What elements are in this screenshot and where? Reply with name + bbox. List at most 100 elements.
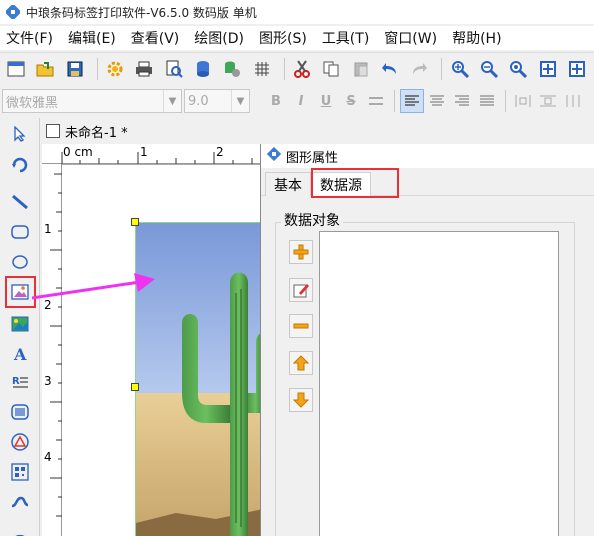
minus-icon	[293, 323, 309, 329]
copy-icon[interactable]	[319, 56, 343, 82]
document-icon	[46, 124, 60, 138]
dialog-title-bar: 图形属性	[261, 144, 594, 168]
svg-text:R: R	[12, 376, 20, 387]
zoom-out-icon[interactable]	[477, 56, 501, 82]
arrow-up-icon	[293, 355, 309, 371]
arrow-down-icon	[293, 392, 309, 408]
document-tab[interactable]: 未命名-1 *	[42, 120, 262, 142]
datasource-tab-highlight	[311, 168, 399, 198]
pointer-arrow-icon	[31, 273, 155, 300]
ruler-tick-label: 4	[44, 450, 52, 464]
chevron-down-icon: ▼	[231, 90, 249, 112]
text-tool-icon[interactable]: A	[8, 342, 32, 366]
delete-data-object-button[interactable]	[289, 314, 313, 338]
title-bar: 中琅条码标签打印软件-V6.5.0 数码版 单机	[0, 0, 594, 24]
rotate-icon[interactable]	[8, 152, 32, 176]
settings-gear-icon[interactable]	[103, 56, 127, 82]
window-title: 中琅条码标签打印软件-V6.5.0 数码版 单机	[26, 5, 257, 20]
dialog-app-icon	[266, 146, 282, 165]
fit-page-icon[interactable]	[535, 56, 559, 82]
new-document-icon[interactable]	[4, 56, 28, 82]
font-name-select[interactable]: 微软雅黑 ▼	[2, 89, 182, 113]
paste-icon[interactable]	[348, 56, 372, 82]
font-size-select[interactable]: 9.0 ▼	[184, 89, 250, 113]
menu-tools[interactable]: 工具(T)	[322, 28, 369, 48]
database-settings-icon[interactable]	[220, 56, 244, 82]
app-logo-icon	[4, 3, 22, 21]
menu-view[interactable]: 查看(V)	[131, 28, 180, 48]
drawing-tools-panel: A R	[0, 118, 40, 536]
distribute-vertical-icon[interactable]	[536, 89, 560, 113]
horizontal-ruler: 0 cm 1 2	[42, 144, 262, 164]
tab-basic[interactable]: 基本	[265, 172, 311, 196]
toolbar-separator	[283, 57, 285, 80]
vertical-ruler: 1 2 3 4	[42, 164, 62, 536]
zoom-in-icon[interactable]	[447, 56, 471, 82]
spacing-icon[interactable]	[364, 89, 388, 113]
strikethrough-icon[interactable]: S	[339, 89, 363, 113]
document-tab-label: 未命名-1 *	[65, 125, 128, 141]
align-right-icon[interactable]	[450, 89, 474, 113]
align-justify-icon[interactable]	[475, 89, 499, 113]
select-pointer-icon[interactable]	[8, 122, 32, 146]
toolbar-separator	[505, 90, 506, 112]
qrcode-tool-icon[interactable]	[8, 460, 32, 484]
align-center-icon[interactable]	[425, 89, 449, 113]
italic-icon[interactable]: I	[289, 89, 313, 113]
selection-handle[interactable]	[131, 383, 139, 391]
cut-icon[interactable]	[290, 56, 314, 82]
rich-text-tool-icon[interactable]: R	[8, 370, 32, 394]
toolbar-separator	[96, 57, 98, 80]
selection-handle[interactable]	[131, 218, 139, 226]
data-objects-label: 数据对象	[281, 210, 343, 230]
main-toolbar	[0, 52, 594, 84]
plus-icon	[293, 244, 309, 260]
menu-draw[interactable]: 绘图(D)	[194, 28, 244, 48]
fit-width-icon[interactable]	[565, 56, 589, 82]
menu-bar: 文件(F) 编辑(E) 查看(V) 绘图(D) 图形(S) 工具(T) 窗口(W…	[0, 26, 594, 50]
menu-file[interactable]: 文件(F)	[6, 28, 53, 48]
menu-window[interactable]: 窗口(W)	[384, 28, 437, 48]
underline-icon[interactable]: U	[314, 89, 338, 113]
font-name-value: 微软雅黑	[6, 95, 59, 111]
line-tool-icon[interactable]	[8, 190, 32, 214]
database-icon[interactable]	[191, 56, 215, 82]
edit-data-object-button[interactable]	[289, 278, 313, 302]
redo-icon[interactable]	[407, 56, 431, 82]
add-data-object-button[interactable]	[289, 240, 313, 264]
grid-icon[interactable]	[250, 56, 274, 82]
bold-icon[interactable]: B	[264, 89, 288, 113]
move-up-button[interactable]	[289, 351, 313, 375]
ruler-unit-label: 0 cm	[63, 145, 93, 159]
chevron-down-icon: ▼	[163, 90, 181, 112]
align-grid-icon[interactable]	[561, 89, 585, 113]
format-toolbar: 微软雅黑 ▼ 9.0 ▼ B I U S	[0, 85, 594, 117]
triangle-tool-icon[interactable]	[8, 430, 32, 454]
data-objects-list[interactable]	[319, 231, 559, 536]
menu-edit[interactable]: 编辑(E)	[68, 28, 116, 48]
print-preview-icon[interactable]	[162, 56, 186, 82]
arc-tool-icon[interactable]	[8, 520, 32, 536]
align-left-icon[interactable]	[400, 89, 424, 113]
picture-tool-icon[interactable]	[8, 312, 32, 336]
save-icon[interactable]	[63, 56, 87, 82]
ruler-tick-label: 2	[216, 145, 224, 159]
menu-help[interactable]: 帮助(H)	[452, 28, 501, 48]
barcode-tool-icon[interactable]	[8, 400, 32, 424]
ruler-tick-label: 1	[44, 222, 52, 236]
svg-text:A: A	[13, 345, 27, 363]
curve-tool-icon[interactable]	[8, 490, 32, 514]
menu-shape[interactable]: 图形(S)	[259, 28, 307, 48]
zoom-actual-icon[interactable]	[506, 56, 530, 82]
ruler-tick-label: 3	[44, 374, 52, 388]
edit-pencil-icon	[293, 284, 309, 298]
move-down-button[interactable]	[289, 388, 313, 412]
dialog-title: 图形属性	[286, 150, 339, 166]
font-size-value: 9.0	[188, 93, 209, 109]
open-folder-icon[interactable]	[33, 56, 57, 82]
rounded-rectangle-tool-icon[interactable]	[8, 220, 32, 244]
distribute-horizontal-icon[interactable]	[511, 89, 535, 113]
print-icon[interactable]	[132, 56, 156, 82]
undo-icon[interactable]	[378, 56, 402, 82]
ruler-tick-label: 1	[140, 145, 148, 159]
